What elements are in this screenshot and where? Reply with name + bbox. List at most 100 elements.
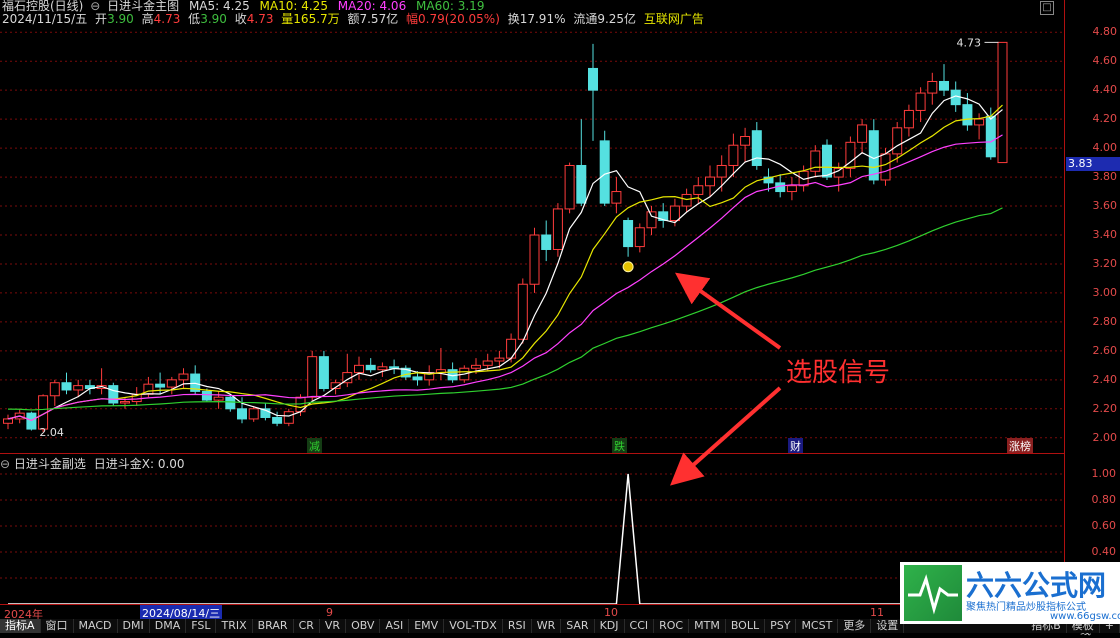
price-tick: 4.00 bbox=[1092, 141, 1118, 155]
stock-info-bar: 福石控股(日线) ⊖ 日进斗金主图 MA5: 4.25 MA10: 4.25 M… bbox=[0, 0, 1120, 26]
event-label-fall[interactable]: 跌 bbox=[612, 438, 627, 454]
candle-body bbox=[939, 80, 949, 91]
panel-divider[interactable] bbox=[0, 453, 1064, 454]
tab-8[interactable]: CR bbox=[294, 619, 320, 633]
tab-17[interactable]: KDJ bbox=[595, 619, 625, 633]
candle-body bbox=[283, 411, 294, 424]
candle-body bbox=[728, 144, 739, 166]
tab-16[interactable]: SAR bbox=[561, 619, 595, 633]
candle-body bbox=[61, 382, 72, 391]
tab-11[interactable]: ASI bbox=[380, 619, 410, 633]
candle-body bbox=[307, 356, 318, 398]
candle-body bbox=[120, 401, 130, 404]
candle-body bbox=[693, 185, 704, 195]
main-candlestick-chart[interactable]: 4.73 2.04 bbox=[0, 25, 1064, 455]
candle-body bbox=[3, 418, 13, 424]
candle-body bbox=[49, 382, 60, 397]
price-tick: 2.80 bbox=[1092, 314, 1118, 328]
candle-body bbox=[705, 176, 715, 187]
low-marker-label: 2.04 bbox=[39, 426, 64, 439]
candle-body bbox=[412, 376, 423, 381]
tab-15[interactable]: WR bbox=[532, 619, 562, 633]
candle-body bbox=[903, 109, 914, 129]
month-10: 10 bbox=[604, 606, 618, 619]
candle-body bbox=[646, 211, 657, 229]
tab-9[interactable]: VR bbox=[320, 619, 347, 633]
candle-body bbox=[108, 385, 119, 404]
tab-1[interactable]: 窗口 bbox=[41, 619, 74, 633]
tab-5[interactable]: FSL bbox=[186, 619, 217, 633]
tab-22[interactable]: PSY bbox=[765, 619, 797, 633]
price-tick: 3.40 bbox=[1092, 228, 1118, 241]
tab-21[interactable]: BOLL bbox=[726, 619, 766, 633]
candle-body bbox=[623, 220, 634, 248]
price-tick: 3.80 bbox=[1092, 170, 1118, 184]
tab-14[interactable]: RSI bbox=[503, 619, 532, 633]
sub-signal-line bbox=[8, 473, 1003, 604]
candle-body bbox=[155, 383, 166, 388]
candle-body bbox=[529, 234, 540, 285]
candle-body bbox=[833, 167, 844, 178]
tab-3[interactable]: DMI bbox=[118, 619, 150, 633]
signal-annotation: 选股信号 bbox=[786, 358, 891, 388]
tab-10[interactable]: OBV bbox=[346, 619, 381, 633]
candle-body bbox=[26, 412, 37, 430]
candle-body bbox=[166, 379, 177, 388]
candle-body bbox=[915, 92, 926, 111]
candle-body bbox=[751, 130, 762, 166]
tab-13[interactable]: VOL-TDX bbox=[444, 619, 503, 633]
candle-body bbox=[272, 416, 283, 424]
logo-mark-icon bbox=[904, 565, 962, 621]
candle-body bbox=[213, 396, 224, 401]
candle-body bbox=[237, 408, 247, 420]
candle-body bbox=[377, 366, 388, 371]
candle-body bbox=[962, 104, 973, 126]
tab-6[interactable]: TRIX bbox=[216, 619, 253, 633]
candle-body bbox=[880, 153, 891, 181]
tab-7[interactable]: BRAR bbox=[253, 619, 294, 633]
price-tick: 3.00 bbox=[1092, 285, 1118, 299]
candle-body bbox=[786, 185, 797, 193]
annotation-arrows bbox=[670, 272, 782, 486]
event-label-rise-rank[interactable]: 涨榜 bbox=[1007, 438, 1033, 454]
tab-20[interactable]: MTM bbox=[689, 619, 726, 633]
candle-body bbox=[681, 193, 692, 207]
candle-body bbox=[716, 164, 727, 178]
tab-4[interactable]: DMA bbox=[150, 619, 187, 633]
candle-body bbox=[997, 41, 1008, 164]
candle-body bbox=[494, 357, 505, 362]
signal-coin-icon bbox=[622, 261, 634, 273]
candle-body bbox=[974, 118, 985, 126]
event-label-reduce[interactable]: 减 bbox=[307, 438, 322, 454]
candle-body bbox=[669, 205, 680, 222]
candle-body bbox=[564, 164, 575, 210]
price-tick: 4.40 bbox=[1092, 83, 1118, 97]
candle-body bbox=[740, 136, 751, 146]
tab-23[interactable]: MCST bbox=[796, 619, 839, 633]
price-tick: 2.00 bbox=[1092, 430, 1118, 444]
sub-tick: 0.80 bbox=[1091, 493, 1117, 506]
candle-body bbox=[857, 124, 868, 143]
month-11: 11 bbox=[870, 606, 884, 619]
candle-body bbox=[471, 364, 481, 369]
candle-body bbox=[599, 140, 610, 204]
current-price-tag: 3.83 bbox=[1066, 157, 1120, 171]
tab-18[interactable]: CCI bbox=[625, 619, 655, 633]
candle-body bbox=[73, 385, 84, 391]
tab-2[interactable]: MACD bbox=[74, 619, 118, 633]
price-tick: 4.80 bbox=[1092, 25, 1118, 39]
tab-0[interactable]: 指标A bbox=[0, 619, 41, 633]
candle-body bbox=[576, 164, 587, 204]
candle-body bbox=[248, 408, 259, 420]
sub-tick: 0.60 bbox=[1091, 519, 1117, 532]
high-marker-label: 4.73 bbox=[957, 36, 982, 49]
tab-24[interactable]: 更多 bbox=[838, 619, 872, 633]
site-logo: 六六公式网 聚焦热门精品炒股指标公式 www.66gsw.com bbox=[900, 562, 1120, 624]
candle-body bbox=[178, 373, 189, 381]
candle-body bbox=[892, 127, 903, 155]
price-tick: 2.60 bbox=[1092, 343, 1118, 357]
candle-body bbox=[552, 208, 563, 250]
tab-12[interactable]: EMV bbox=[409, 619, 445, 633]
panel-close-icon[interactable]: □ bbox=[1040, 1, 1054, 15]
tab-19[interactable]: ROC bbox=[654, 619, 690, 633]
